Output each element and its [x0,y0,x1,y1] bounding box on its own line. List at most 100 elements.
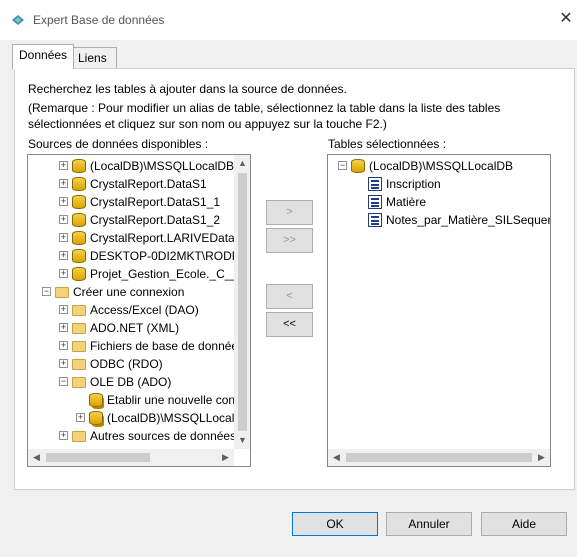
note-text-line1: (Remarque : Pour modifier un alias de ta… [28,101,501,115]
available-tree-item[interactable]: Etablir une nouvelle con [28,391,234,409]
database-icon [72,213,86,227]
available-tree-item-label: DESKTOP-0DI2MKT\RODRIG [90,249,234,263]
close-button[interactable]: ✕ [556,9,576,29]
instruction-text: Recherchez les tables à ajouter dans la … [28,82,347,96]
collapse-icon[interactable]: − [338,161,347,170]
available-tree-item[interactable]: + CrystalReport.DataS1_2 [28,211,234,229]
available-tree-item[interactable]: + ODBC (RDO) [28,355,234,373]
remove-table-button[interactable]: < [266,284,313,309]
available-tree-item[interactable]: + Autres sources de données [28,427,234,445]
available-tree-item[interactable]: + ADO.NET (XML) [28,319,234,337]
available-tree-item[interactable]: − Créer une connexion [28,283,234,301]
available-tree-item[interactable]: + (LocalDB)\MSSQLLocalD [28,409,234,427]
selected-tables-tree[interactable]: − (LocalDB)\MSSQLLocalDB Inscription Matièr… [327,154,551,467]
available-tree-item-label: Access/Excel (DAO) [90,303,199,317]
available-tree-item[interactable]: + Access/Excel (DAO) [28,301,234,319]
available-tree-item-label: Autres sources de données [90,429,234,443]
selected-tree-item[interactable]: − (LocalDB)\MSSQLLocalDB [328,157,550,175]
available-tree-item[interactable]: + CrystalReport.DataS1 [28,175,234,193]
available-sources-tree[interactable]: + (LocalDB)\MSSQLLocalDB_3 + CrystalReport.… [27,154,251,467]
folder-icon [72,431,86,442]
available-tree-item-label: OLE DB (ADO) [90,375,172,389]
selected-tree-item[interactable]: Matière [328,193,550,211]
expand-icon[interactable]: + [59,161,68,170]
expand-icon[interactable]: + [59,323,68,332]
help-button[interactable]: Aide [481,512,567,536]
database-connected-icon [89,411,103,425]
available-tree-item[interactable]: − OLE DB (ADO) [28,373,234,391]
available-tree-item-label: ODBC (RDO) [90,357,163,371]
expand-icon[interactable]: + [59,359,68,368]
expand-icon[interactable]: + [59,431,68,440]
folder-icon [72,341,86,352]
scrollbar-thumb[interactable] [238,173,247,431]
scrollbar-thumb[interactable] [346,453,532,462]
expand-icon[interactable]: + [59,251,68,260]
folder-icon [55,287,69,298]
available-sources-label: Sources de données disponibles : [28,137,209,151]
available-tree-item[interactable]: + Fichiers de base de données [28,337,234,355]
collapse-icon[interactable]: − [42,287,51,296]
collapse-icon[interactable]: − [59,377,68,386]
scrollbar-thumb[interactable] [46,453,150,462]
tab-liens[interactable]: Liens [71,47,117,68]
window-title: Expert Base de données [33,13,165,27]
expand-icon[interactable]: + [59,179,68,188]
expand-icon[interactable]: + [59,341,68,350]
selected-tree-item-label: Notes_par_Matière_SILSequen [386,213,550,227]
expand-icon[interactable]: + [76,413,85,422]
database-icon [72,267,86,281]
selected-tree-item[interactable]: Inscription [328,175,550,193]
selected-horizontal-scrollbar[interactable]: ◀ ▶ [328,449,550,466]
database-icon [72,195,86,209]
note-text-line2: sélectionnées et cliquez sur son nom ou … [28,117,387,131]
selected-tree-item[interactable]: Notes_par_Matière_SILSequen [328,211,550,229]
available-tree-item-label: (LocalDB)\MSSQLLocalDB_3 [90,159,234,173]
available-tree-item-label: Fichiers de base de données [90,339,234,353]
expand-icon[interactable]: + [59,305,68,314]
table-icon [368,195,382,209]
scroll-down-arrow-icon[interactable]: ▼ [234,432,250,449]
scroll-left-arrow-icon[interactable]: ◀ [328,449,345,466]
available-vertical-scrollbar[interactable]: ▲ ▼ [234,155,250,449]
available-tree-item-label: CrystalReport.DataS1_2 [90,213,221,227]
add-all-tables-button[interactable]: >> [266,228,313,253]
expand-icon[interactable]: + [59,197,68,206]
remove-all-tables-button[interactable]: << [266,312,313,337]
available-tree-item[interactable]: + (LocalDB)\MSSQLLocalDB_3 [28,157,234,175]
scroll-left-arrow-icon[interactable]: ◀ [28,449,45,466]
available-tree-item[interactable]: + CrystalReport.LARIVEDataSe [28,229,234,247]
available-tree-item-label: Projet_Gestion_Ecole._C__U [90,267,234,281]
available-tree-item[interactable]: + CrystalReport.DataS1_1 [28,193,234,211]
scroll-up-arrow-icon[interactable]: ▲ [234,155,250,172]
add-table-button[interactable]: > [266,200,313,225]
available-tree-item-label: ADO.NET (XML) [90,321,180,335]
folder-icon [72,323,86,334]
available-tree-item[interactable]: + Projet_Gestion_Ecole._C__U [28,265,234,283]
cancel-button[interactable]: Annuler [386,512,472,536]
title-bar: Expert Base de données ✕ [0,0,577,40]
new-connection-icon [89,393,103,407]
tab-donnees[interactable]: Données [12,44,75,69]
scroll-right-arrow-icon[interactable]: ▶ [533,449,550,466]
table-icon [368,177,382,191]
available-tree-item-label: CrystalReport.DataS1 [90,177,207,191]
selected-tables-label: Tables sélectionnées : [328,137,447,151]
folder-icon [72,305,86,316]
available-tree-item-label: CrystalReport.DataS1_1 [90,195,221,209]
available-tree-item-label: Etablir une nouvelle con [107,393,234,407]
available-tree-item[interactable]: + DESKTOP-0DI2MKT\RODRIG [28,247,234,265]
scroll-right-arrow-icon[interactable]: ▶ [217,449,234,466]
available-tree-item-label: CrystalReport.LARIVEDataSe [90,231,234,245]
ok-button[interactable]: OK [292,512,378,536]
selected-tree-item-label: Inscription [386,177,441,191]
database-icon [351,159,365,173]
expand-icon[interactable]: + [59,215,68,224]
available-horizontal-scrollbar[interactable]: ◀ ▶ [28,449,234,466]
folder-icon [72,377,86,388]
crystal-reports-icon [12,15,24,25]
database-icon [72,249,86,263]
expand-icon[interactable]: + [59,233,68,242]
database-icon [72,231,86,245]
expand-icon[interactable]: + [59,269,68,278]
